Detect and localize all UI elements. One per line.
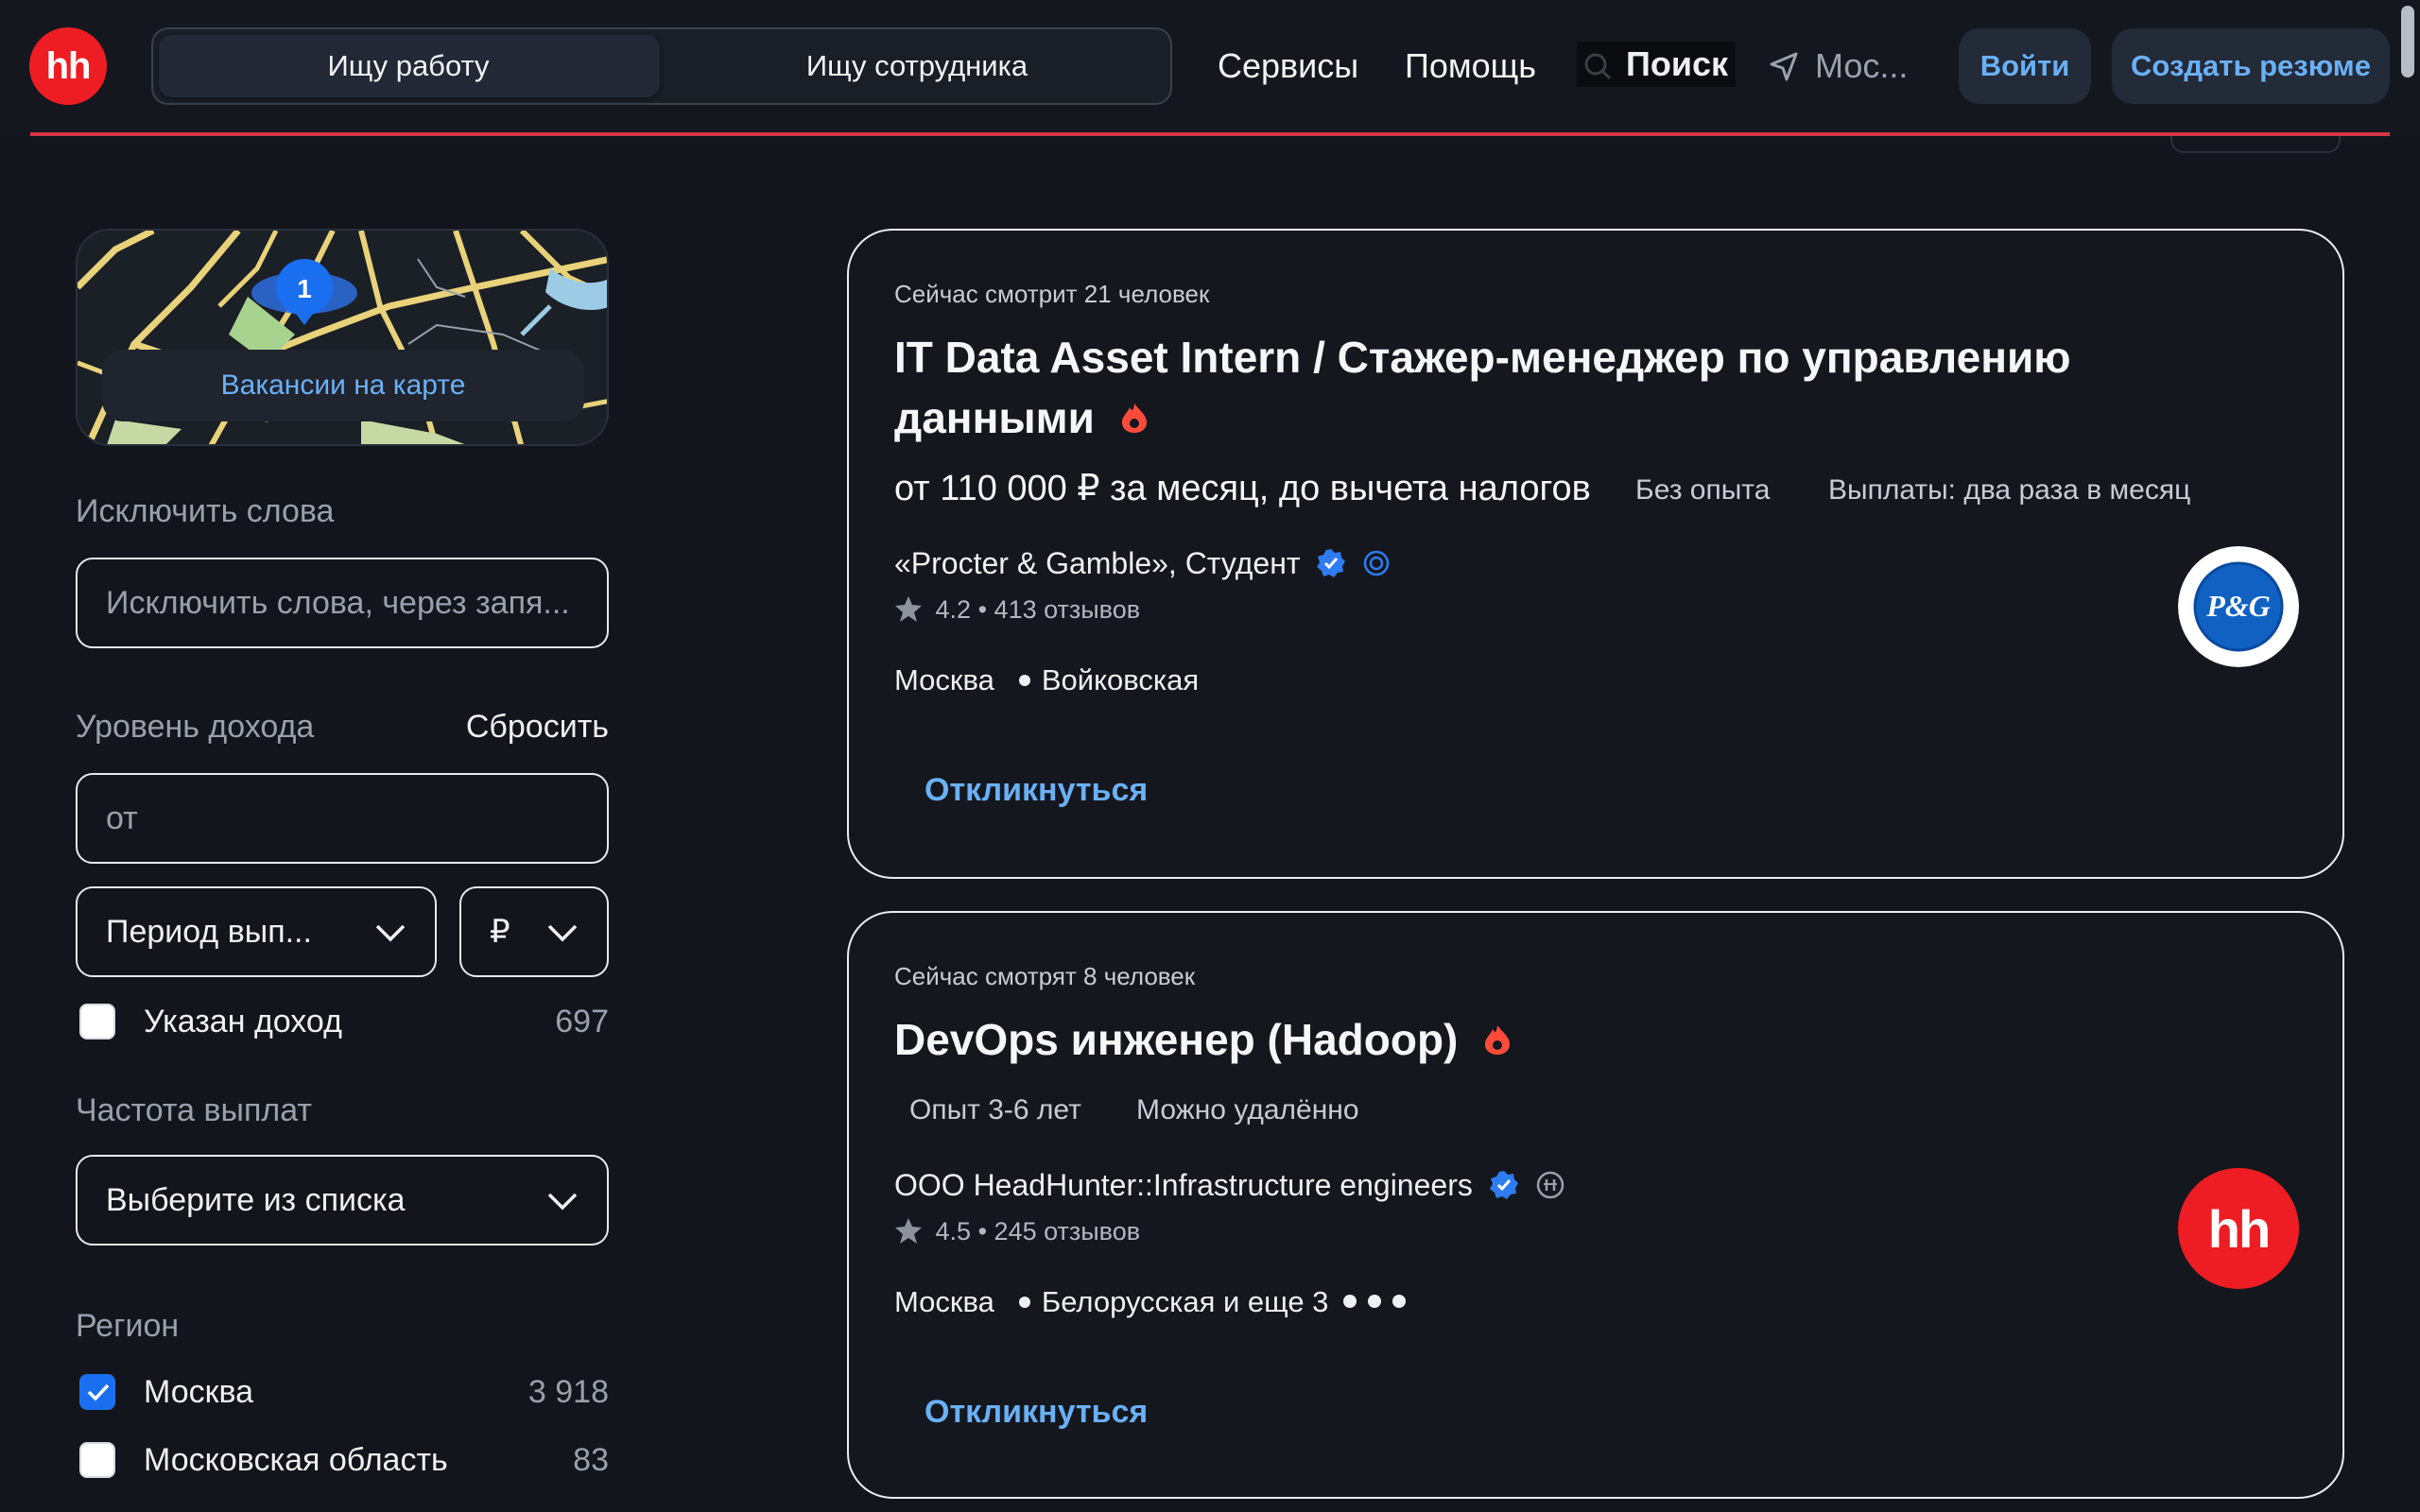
vacancy-title-label: DevOps инженер (Hadoop): [894, 1015, 1459, 1064]
rating-separator: •: [977, 1217, 994, 1246]
respond-button[interactable]: Откликнуться: [894, 752, 1178, 828]
chevron-down-icon: [547, 1193, 578, 1211]
pay-period-select[interactable]: Период вып...: [76, 886, 437, 977]
region-label: Регион: [76, 1308, 180, 1344]
pay-period-select-value: Период вып...: [106, 914, 312, 950]
rating-value: 4.2: [935, 595, 972, 624]
role-switcher: Ищу работу Ищу сотрудника: [151, 27, 1172, 105]
chevron-down-icon: [375, 924, 406, 942]
vacancy-location: Москва Белорусская и еще 3: [894, 1285, 1409, 1319]
currency-select-value: ₽: [490, 914, 510, 950]
company-name[interactable]: ООО HeadHunter::Infrastructure engineers: [894, 1168, 1565, 1203]
exclude-words-input[interactable]: Исключить слова, через запя...: [76, 558, 609, 648]
hot-vacancy-icon: [1121, 403, 1147, 433]
region-count: 3 918: [527, 1374, 609, 1410]
region-name: Московская область: [144, 1442, 448, 1478]
chevron-down-icon: [547, 924, 578, 942]
region-moscow-oblast-checkbox[interactable]: [79, 1442, 115, 1478]
nav-search-link[interactable]: Поиск: [1577, 42, 1737, 87]
income-specified-filter[interactable]: Указан доход 697: [76, 998, 609, 1045]
vacancy-location: Москва Войковская: [894, 663, 1199, 697]
tab-employer[interactable]: Ищу сотрудника: [664, 29, 1170, 103]
payout-tag: Выплаты: два раза в месяц: [1828, 474, 2191, 506]
viewers-count: Сейчас смотрят 8 человек: [894, 962, 1196, 990]
company-name-label: ООО HeadHunter::Infrastructure engineers: [894, 1168, 1473, 1202]
income-level-label: Уровень дохода: [76, 709, 315, 745]
payment-frequency-select[interactable]: Выберите из списка: [76, 1155, 609, 1246]
vacancy-city: Москва: [894, 663, 994, 696]
metro-station: Войковская: [1041, 663, 1200, 696]
vacancy-city: Москва: [894, 1285, 994, 1318]
employer-logo-pg-text: P&G: [2205, 589, 2271, 623]
map-marker-count: 1: [297, 274, 312, 303]
metro-line-dot: [1018, 1296, 1030, 1308]
metro-station: Белорусская и еще 3: [1041, 1285, 1329, 1318]
nav-location-link[interactable]: Мос...: [1768, 38, 1908, 94]
region-filter-item[interactable]: Москва 3 918: [76, 1368, 609, 1416]
metro-lines-dots-icon[interactable]: [1342, 1292, 1409, 1311]
rating-separator: •: [977, 595, 994, 624]
checkmark-icon: [87, 1383, 110, 1401]
hh-logo[interactable]: hh: [29, 27, 107, 105]
exclude-words-label: Исключить слова: [76, 493, 335, 529]
company-name[interactable]: «Procter & Gamble», Студент: [894, 546, 1391, 581]
reviews-count: 245 отзывов: [994, 1217, 1141, 1246]
experience-tag: Без опыта: [1635, 474, 1771, 506]
region-name: Москва: [144, 1374, 254, 1410]
payment-frequency-select-value: Выберите из списка: [106, 1182, 406, 1218]
income-specified-checkbox[interactable]: [79, 1004, 115, 1040]
payment-frequency-label: Частота выплат: [76, 1092, 312, 1128]
region-filter-item[interactable]: Московская область 83: [76, 1436, 609, 1484]
vacancy-title[interactable]: IT Data Asset Intern / Стажер-менеджер п…: [894, 327, 2071, 448]
login-button[interactable]: Войти: [1959, 28, 2091, 104]
scrollbar-thumb[interactable]: [2401, 6, 2414, 77]
vacancy-salary: от 110 000 ₽ за месяц, до вычета налогов: [894, 469, 1591, 508]
income-from-input[interactable]: от: [76, 773, 609, 864]
top-header: hh Ищу работу Ищу сотрудника Сервисы Пом…: [0, 0, 2420, 136]
hot-vacancy-icon: [1485, 1024, 1511, 1055]
hidden-control-edge: [2170, 136, 2341, 153]
reviews-count: 413 отзывов: [994, 595, 1141, 624]
employer-logo-hh[interactable]: hh: [2178, 1168, 2299, 1289]
page: hh Ищу работу Ищу сотрудника Сервисы Пом…: [0, 0, 2420, 1512]
nav-search-label: Поиск: [1626, 44, 1729, 83]
vacancy-title-line2: данными: [894, 393, 1095, 442]
employer-logo-pg[interactable]: P&G: [2178, 546, 2299, 667]
viewers-count: Сейчас смотрит 21 человек: [894, 280, 1210, 308]
metro-line-dot: [1018, 674, 1030, 686]
remote-tag: Можно удалённо: [1136, 1094, 1359, 1125]
company-name-label: «Procter & Gamble», Студент: [894, 546, 1301, 580]
region-moscow-checkbox[interactable]: [79, 1374, 115, 1410]
verified-badge-icon: [1317, 548, 1346, 577]
star-icon: [895, 1217, 922, 1244]
nav-location-label: Мос...: [1815, 46, 1909, 85]
vacancy-card[interactable]: Сейчас смотрят 8 человек DevOps инженер …: [847, 911, 2344, 1499]
vacancy-title-line1: IT Data Asset Intern / Стажер-менеджер п…: [894, 333, 2071, 382]
income-specified-count: 697: [555, 1004, 609, 1040]
income-reset-button[interactable]: Сбросить: [466, 709, 609, 746]
location-arrow-icon: [1770, 52, 1798, 81]
company-rating[interactable]: 4.5 • 245 отзывов: [894, 1217, 1140, 1247]
header-accent-line: [30, 132, 2390, 136]
experience-tag: Опыт 3-6 лет: [909, 1094, 1081, 1125]
it-company-icon: [1536, 1171, 1564, 1198]
nav-services-link[interactable]: Сервисы: [1218, 38, 1358, 94]
accredited-it-icon: [1364, 550, 1390, 576]
company-rating[interactable]: 4.2 • 413 отзывов: [894, 595, 1140, 626]
currency-select[interactable]: ₽: [459, 886, 609, 977]
tab-job-seeker[interactable]: Ищу работу: [153, 29, 664, 103]
respond-button[interactable]: Откликнуться: [894, 1374, 1178, 1450]
star-icon: [895, 595, 922, 622]
verified-badge-icon: [1489, 1170, 1518, 1199]
vacancy-card[interactable]: Сейчас смотрит 21 человек IT Data Asset …: [847, 229, 2344, 879]
vacancies-map-card[interactable]: 1 Вакансии на карте: [76, 229, 609, 446]
region-count: 83: [573, 1442, 609, 1478]
nav-help-link[interactable]: Помощь: [1405, 38, 1536, 94]
create-resume-button[interactable]: Создать резюме: [2112, 28, 2390, 104]
income-specified-label: Указан доход: [144, 1004, 342, 1040]
vacancy-title[interactable]: DevOps инженер (Hadoop): [894, 1009, 1512, 1070]
search-icon: [1584, 53, 1612, 80]
rating-value: 4.5: [935, 1217, 972, 1246]
map-link-label[interactable]: Вакансии на карте: [102, 350, 584, 421]
